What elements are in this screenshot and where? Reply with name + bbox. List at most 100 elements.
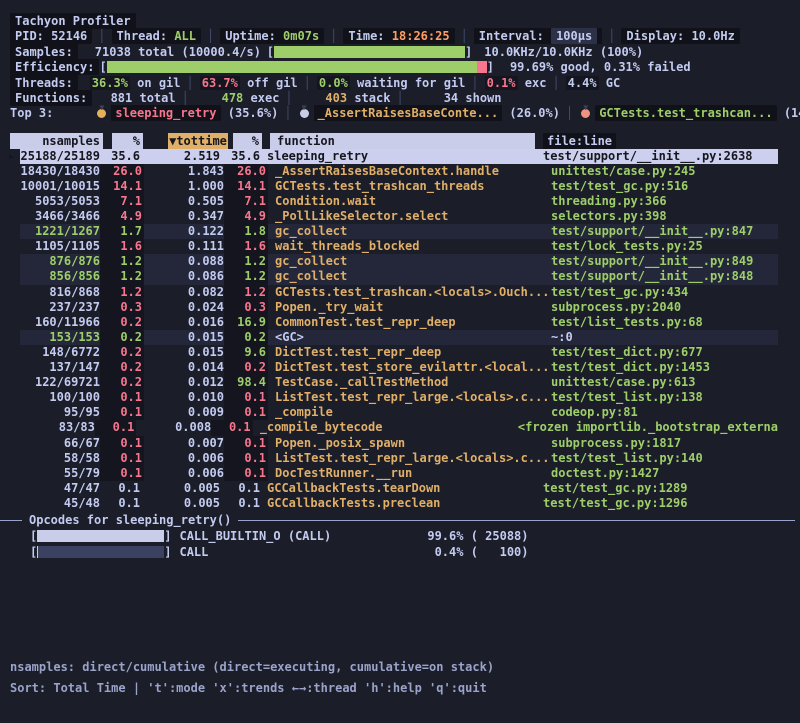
cell-pct-cumulative: 9.6 [224, 345, 268, 360]
cell-tottime: 2.519 [140, 149, 220, 164]
table-row[interactable]: 876/8761.20.0881.2gc_collecttest/support… [20, 254, 778, 269]
cell-nsamples: 5053/5053 [20, 194, 100, 209]
table-row[interactable]: 1221/12671.70.1221.8gc_collecttest/suppo… [20, 224, 778, 239]
cell-function: wait_threads_blocked [275, 239, 551, 254]
pid-label: PID: [15, 29, 44, 43]
table-row[interactable]: ▶25188/2518935.62.51935.6sleeping_retryt… [20, 149, 778, 164]
column-header-nsamples[interactable]: nsamples [10, 133, 103, 149]
column-header-tottime-sorted[interactable]: ▼tottime [168, 133, 228, 149]
column-header-pct1[interactable]: % [112, 133, 143, 149]
top3-percentage: (14.1%) [777, 106, 800, 120]
column-header-file-line[interactable]: file:line [543, 133, 616, 149]
cell-nsamples: 45/48 [20, 496, 100, 511]
cell-pct-direct: 35.6 [100, 149, 140, 164]
opcode-bar [37, 530, 164, 542]
table-row[interactable]: 856/8561.20.0861.2gc_collecttest/support… [20, 269, 778, 284]
cell-pct-cumulative: 7.1 [224, 194, 268, 209]
table-row[interactable]: 137/1470.20.0140.2DictTest.test_store_ev… [20, 360, 778, 375]
uptime-value: 0m07s [283, 29, 319, 43]
cell-pct-cumulative: 1.8 [224, 224, 268, 239]
table-row[interactable]: 153/1530.20.0150.2<GC>~:0 [20, 330, 778, 345]
gold-medal-icon [97, 109, 106, 118]
top3-item[interactable]: GCTests.test_trashcan... (14.1%) [579, 106, 800, 120]
cell-pct-direct: 0.2 [100, 345, 144, 360]
status-bar: PID: 52146│Thread: ALL│Uptime: 0m07s│Tim… [10, 29, 800, 44]
opcodes-separator: Opcodes for sleeping_retry() [0, 513, 800, 528]
top3-item[interactable]: sleeping_retry (35.6%) [95, 106, 278, 120]
cell-function: CommonTest.test_repr_deep [275, 315, 551, 330]
cell-nsamples: 18430/18430 [20, 164, 100, 179]
table-row[interactable]: 160/119660.20.01616.9CommonTest.test_rep… [20, 315, 778, 330]
table-row[interactable]: 5053/50537.10.5057.1Condition.waitthread… [20, 194, 778, 209]
column-header-function[interactable]: function [270, 133, 535, 149]
table-row[interactable]: 47/470.10.0050.1GCCallbackTests.tearDown… [20, 481, 778, 496]
cell-function: gc_collect [275, 254, 551, 269]
cell-nsamples: 1105/1105 [20, 239, 100, 254]
cell-pct-direct: 0.1 [100, 390, 144, 405]
cell-pct-direct: 14.1 [100, 179, 144, 194]
cell-pct-direct: 4.9 [100, 209, 144, 224]
opcode-pct: 99.6% [411, 528, 463, 545]
cell-tottime: 0.006 [144, 466, 224, 481]
top3-function-name: _AssertRaisesBaseConte... [314, 105, 503, 121]
cell-pct-cumulative: 35.6 [220, 149, 260, 164]
pid-group: PID: 52146 [10, 28, 92, 44]
cell-tottime: 0.006 [144, 451, 224, 466]
threads-label: Threads: [10, 75, 78, 91]
cell-nsamples: 122/69721 [20, 375, 100, 390]
cell-nsamples: 25188/25189 [20, 149, 100, 164]
display-group: Display: 10.0Hz [621, 28, 739, 44]
interval-value: 100μs [551, 28, 597, 44]
efficiency-text: 99.69% good, 0.31% failed [510, 60, 691, 74]
table-header: nsamples% ▼tottime% function file:line [10, 133, 800, 149]
profiler-app: Tachyon Profiler PID: 52146│Thread: ALL│… [0, 0, 800, 723]
table-row[interactable]: 58/580.10.0060.1ListTest.test_repr_large… [20, 451, 778, 466]
cell-nsamples: 1221/1267 [20, 224, 100, 239]
cell-tottime: 0.111 [144, 239, 224, 254]
cell-tottime: 0.014 [144, 360, 224, 375]
table-row[interactable]: 55/790.10.0060.1DocTestRunner.__rundocte… [20, 466, 778, 481]
table-row[interactable]: 148/67720.20.0159.6DictTest.test_repr_de… [20, 345, 778, 360]
table-row[interactable]: 122/697210.20.01298.4TestCase._callTestM… [20, 375, 778, 390]
title-line: Tachyon Profiler [10, 14, 800, 29]
column-header-pct2[interactable]: % [233, 133, 262, 149]
divider: │ [181, 76, 200, 90]
top3-line: Top 3:sleeping_retry (35.6%)│_AssertRais… [10, 106, 800, 121]
opcode-count: ( 25088) [463, 529, 528, 543]
opcodes-title: Opcodes for sleeping_retry() [22, 513, 238, 527]
cell-tottime: 0.009 [144, 405, 224, 420]
thread-stat-pct: 0.0% [317, 76, 350, 90]
table-row[interactable]: 100/1000.10.0100.1ListTest.test_repr_lar… [20, 390, 778, 405]
table-row[interactable]: 3466/34664.90.3474.9_PollLikeSelector.se… [20, 209, 778, 224]
thread-group[interactable]: Thread: ALL [112, 28, 202, 44]
table-row[interactable]: 83/830.10.0080.1_compile_bytecode<frozen… [20, 420, 778, 435]
cell-nsamples: 95/95 [20, 405, 100, 420]
cell-tottime: 0.012 [144, 375, 224, 390]
cell-function: DictTest.test_repr_deep [275, 345, 551, 360]
cell-pct-direct: 0.1 [100, 436, 144, 451]
cell-tottime: 0.005 [140, 481, 220, 496]
table-row[interactable]: 237/2370.30.0240.3Popen._try_waitsubproc… [20, 300, 778, 315]
cell-function: gc_collect [275, 269, 551, 284]
table-row[interactable]: 1105/11051.60.1111.6wait_threads_blocked… [20, 239, 778, 254]
cell-pct-cumulative: 1.2 [224, 254, 268, 269]
table-row[interactable]: 10001/1001514.11.00014.1GCTests.test_tra… [20, 179, 778, 194]
cell-function: Popen._try_wait [275, 300, 551, 315]
top3-items: sleeping_retry (35.6%)│_AssertRaisesBase… [95, 106, 800, 120]
table-row[interactable]: 95/950.10.0090.1_compilecodeop.py:81 [20, 405, 778, 420]
cell-pct-direct: 26.0 [100, 164, 144, 179]
table-row[interactable]: 66/670.10.0070.1Popen._posix_spawnsubpro… [20, 436, 778, 451]
table-row[interactable]: 18430/1843026.01.84326.0_AssertRaisesBas… [20, 164, 778, 179]
cell-pct-direct: 0.2 [100, 315, 144, 330]
footer: nsamples: direct/cumulative (direct=exec… [10, 660, 494, 702]
cell-file-line: ~:0 [551, 330, 778, 345]
cell-pct-direct: 0.1 [100, 496, 140, 511]
samples-label: Samples: [10, 44, 78, 60]
top3-item[interactable]: _AssertRaisesBaseConte... (26.0%) [298, 106, 560, 120]
cell-function: ListTest.test_repr_large.<locals>.c... [275, 451, 551, 466]
divider: │ [201, 29, 220, 43]
table-row[interactable]: 816/8681.20.0821.2GCTests.test_trashcan.… [20, 285, 778, 300]
cell-file-line: test/support/__init__.py:849 [551, 254, 778, 269]
cell-nsamples: 137/147 [20, 360, 100, 375]
table-row[interactable]: 45/480.10.0050.1GCCallbackTests.preclean… [20, 496, 778, 511]
